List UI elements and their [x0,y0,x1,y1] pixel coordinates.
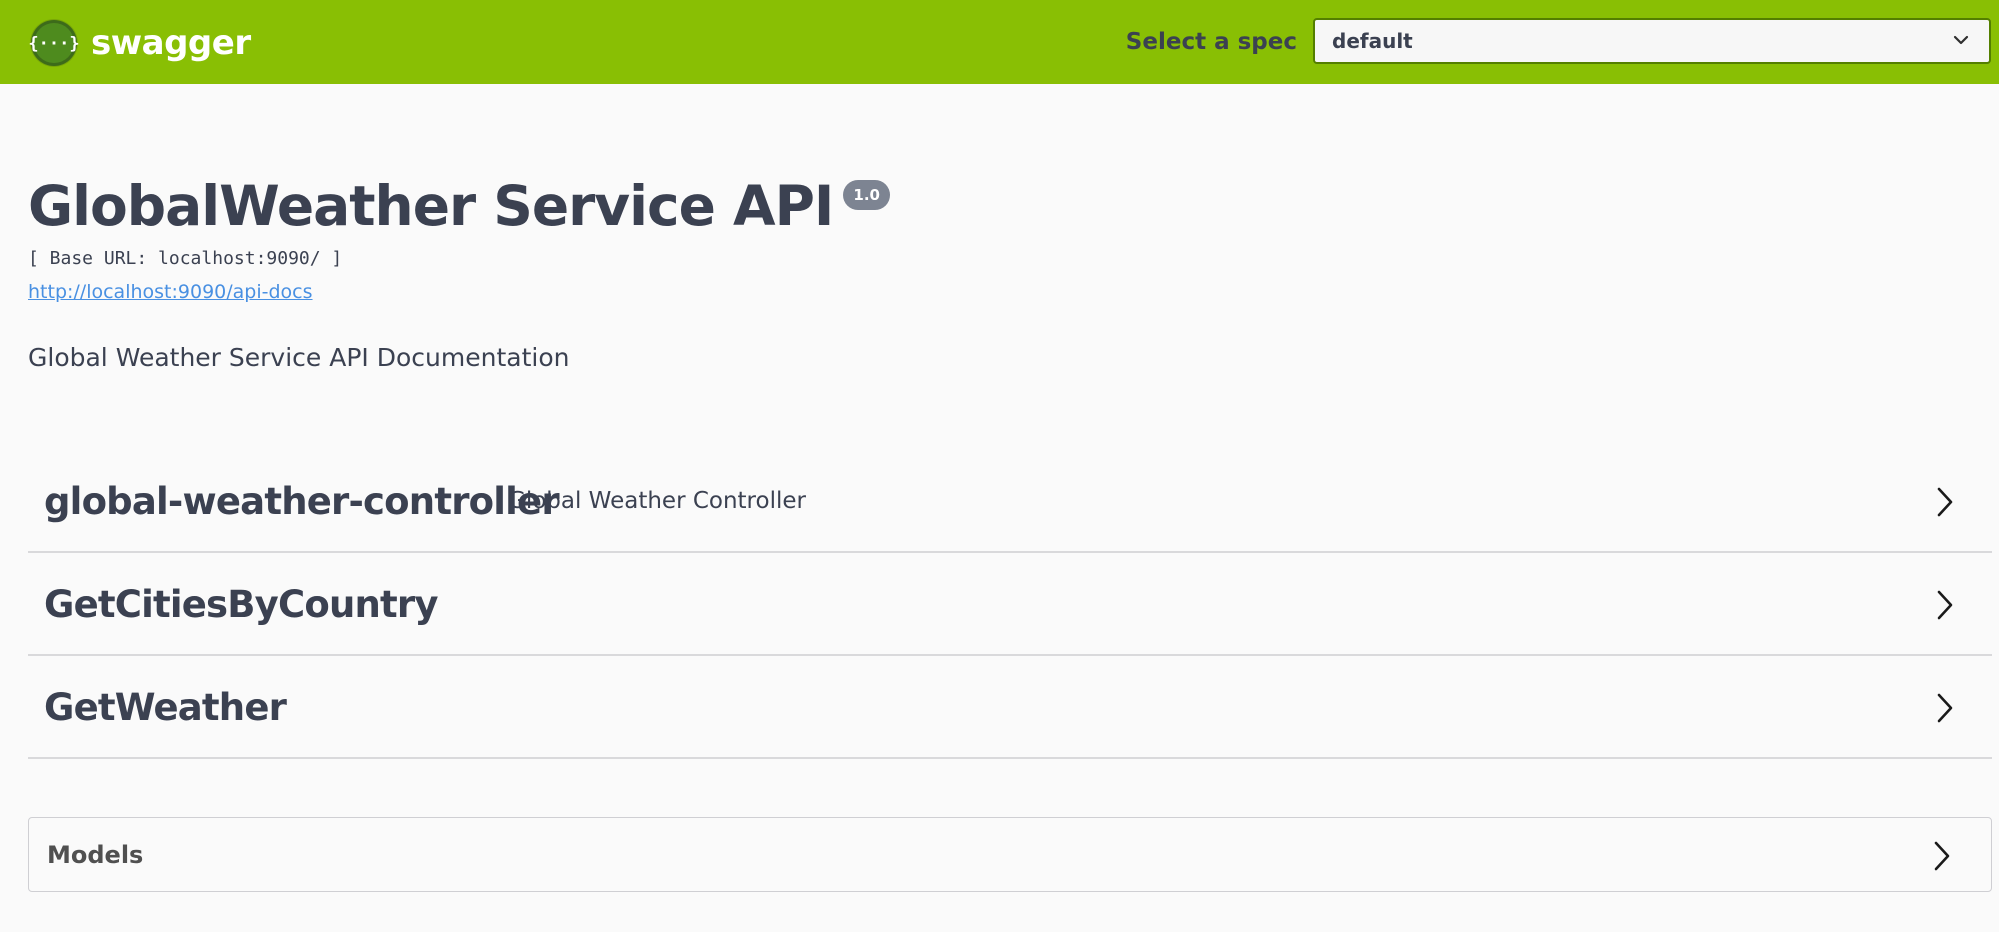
topbar: {···} swagger Select a spec default [0,0,1999,84]
chevron-right-icon[interactable] [1936,692,1954,724]
base-url: [ Base URL: localhost:9090/ ] [28,248,343,269]
chevron-right-icon[interactable] [1936,486,1954,518]
spec-select-value: default [1332,29,1413,53]
tag-description: Global Weather Controller [508,488,806,514]
chevron-right-icon[interactable] [1936,589,1954,621]
api-title-text: GlobalWeather Service API [28,174,834,238]
select-spec-label: Select a spec [1125,29,1297,55]
tag-global-weather-controller[interactable]: global-weather-controller Global Weather… [28,450,1992,553]
tag-getweather[interactable]: GetWeather [28,656,1992,759]
tag-name: global-weather-controller [44,480,560,523]
version-badge: 1.0 [843,180,890,210]
swagger-logo-icon: {···} [29,19,79,67]
tag-name: GetCitiesByCountry [44,583,439,626]
brand-name: swagger [91,23,251,63]
spec-select[interactable]: default [1313,18,1991,64]
api-title: GlobalWeather Service API 1.0 [28,172,890,240]
models-section[interactable]: Models [28,817,1992,892]
tag-getcitiesbycountry[interactable]: GetCitiesByCountry [28,553,1992,656]
swagger-brand-link[interactable]: {···} swagger [29,18,251,68]
api-docs-link[interactable]: http://localhost:9090/api-docs [28,279,313,305]
models-title: Models [47,841,144,869]
chevron-down-icon [1953,35,1969,45]
api-description: Global Weather Service API Documentation [28,343,570,372]
tag-name: GetWeather [44,686,287,729]
chevron-right-icon[interactable] [1933,840,1951,872]
svg-text:{···}: {···} [29,34,79,54]
